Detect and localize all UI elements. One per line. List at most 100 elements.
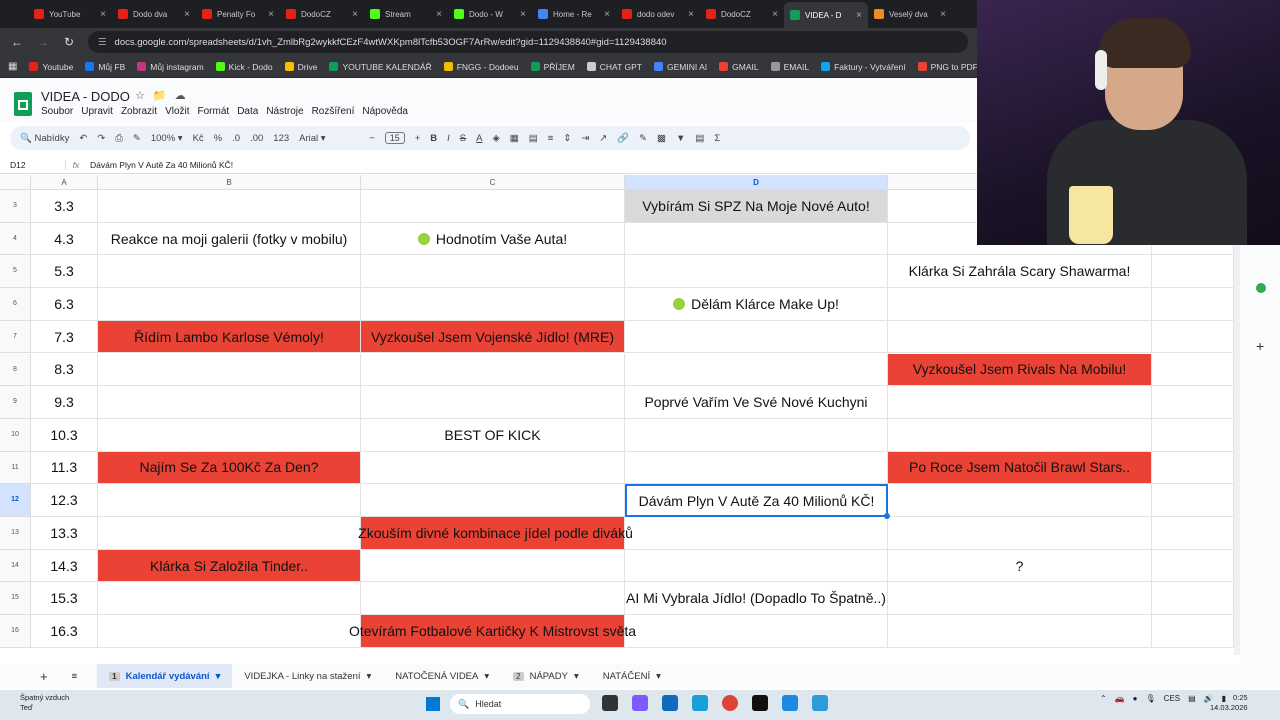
row-header[interactable]: 4 <box>0 222 31 256</box>
language-indicator[interactable]: CES <box>1164 694 1180 703</box>
table-cell[interactable] <box>98 517 361 550</box>
table-cell[interactable]: AI Mi Vybrala Jídlo! (Dopadlo To Špatně.… <box>625 582 888 616</box>
paint-format-icon[interactable]: ✎ <box>133 133 141 144</box>
table-cell[interactable]: 3.3 <box>31 190 98 223</box>
close-tab-icon[interactable]: × <box>856 10 862 21</box>
table-cell[interactable] <box>1152 288 1234 321</box>
row-header[interactable]: 8 <box>0 353 31 387</box>
font-select[interactable]: Arial ▾ <box>299 133 359 144</box>
horizontal-align-icon[interactable]: ≡ <box>548 133 554 144</box>
row-header[interactable]: 10 <box>0 418 31 452</box>
table-cell[interactable] <box>361 451 625 485</box>
close-tab-icon[interactable]: × <box>436 9 442 20</box>
table-cell[interactable]: Dávám Plyn V Autě Za 40 Milionů KČ! <box>625 484 890 519</box>
table-cell[interactable] <box>98 353 361 387</box>
merge-cells-icon[interactable]: ▤ <box>529 133 538 144</box>
taskbar-search[interactable]: 🔍 Hledat <box>450 694 590 714</box>
bookmark-item[interactable]: YOUTUBE KALENDÁŘ <box>329 62 432 72</box>
table-cell[interactable] <box>888 320 1152 354</box>
browser-tab[interactable]: Dodo dva × <box>112 3 196 25</box>
apps-grid-icon[interactable]: ▦ <box>8 61 17 72</box>
table-cell[interactable] <box>361 582 625 616</box>
browser-tab[interactable]: Veselý dva × <box>868 3 952 25</box>
table-cell[interactable] <box>888 615 1152 648</box>
row-header[interactable]: 9 <box>0 386 31 419</box>
bookmark-item[interactable]: Kick - Dodo <box>215 62 273 72</box>
table-cell[interactable] <box>625 418 888 452</box>
table-cell[interactable] <box>98 190 361 223</box>
close-tab-icon[interactable]: × <box>268 9 274 20</box>
bookmark-item[interactable]: Faktury - Vytváření <box>821 62 906 72</box>
chevron-down-icon[interactable]: ▾ <box>216 671 221 682</box>
table-cell[interactable]: 16.3 <box>31 615 98 648</box>
fill-color-icon[interactable]: ◈ <box>492 133 499 144</box>
table-cell[interactable]: Vyzkoušel Jsem Vojenské Jídlo! (MRE) <box>361 320 625 354</box>
name-box[interactable]: D12 <box>0 159 66 170</box>
chevron-down-icon[interactable]: ▾ <box>367 671 372 682</box>
row-header[interactable]: 6 <box>0 288 31 321</box>
table-cell[interactable] <box>98 615 361 648</box>
number-format-button[interactable]: 123 <box>273 133 289 144</box>
menu-item[interactable]: Nápověda <box>362 106 408 117</box>
row-header[interactable]: 3 <box>0 190 31 223</box>
table-cell[interactable] <box>98 288 361 321</box>
table-cell[interactable] <box>1152 582 1234 616</box>
sheet-tab[interactable]: VIDEJKA - Linky na stažení ▾ <box>232 664 383 688</box>
bookmark-item[interactable]: PNG to PDF <box>917 62 978 72</box>
functions-icon[interactable]: Σ <box>714 133 720 144</box>
menu-item[interactable]: Rozšíření <box>312 106 355 117</box>
chrome-icon[interactable] <box>722 695 738 711</box>
insert-comment-icon[interactable]: ✎ <box>639 133 647 144</box>
outlook-icon[interactable] <box>662 695 678 711</box>
table-cell[interactable] <box>361 190 625 223</box>
bookmark-item[interactable]: GMAIL <box>719 62 759 72</box>
browser-tab[interactable]: Home - Re × <box>532 3 616 25</box>
edge-icon[interactable] <box>692 695 708 711</box>
table-cell[interactable] <box>361 288 625 321</box>
strikethrough-icon[interactable]: S <box>460 133 466 144</box>
text-rotation-icon[interactable]: ↗ <box>599 133 607 144</box>
increase-decimal-button[interactable]: .00 <box>250 133 263 144</box>
freeform-icon[interactable] <box>782 695 798 711</box>
table-cell[interactable] <box>1152 549 1234 583</box>
decrease-decimal-button[interactable]: .0 <box>232 133 240 144</box>
filter-views-icon[interactable]: ▤ <box>695 133 704 144</box>
column-header[interactable]: D <box>625 175 888 190</box>
browser-tab[interactable]: Penalty Fo × <box>196 3 280 25</box>
table-cell[interactable] <box>625 451 888 485</box>
sheet-tab[interactable]: 1 Kalendář vydávání ▾ <box>97 664 233 688</box>
menu-item[interactable]: Zobrazit <box>121 106 157 117</box>
car-icon[interactable]: 🚗 <box>1115 694 1125 703</box>
text-wrap-icon[interactable]: ⇥ <box>581 133 589 144</box>
table-cell[interactable] <box>98 582 361 616</box>
chevron-down-icon[interactable]: ▾ <box>574 671 579 682</box>
table-cell[interactable] <box>888 418 1152 452</box>
row-header[interactable]: 7 <box>0 320 31 354</box>
table-cell[interactable] <box>888 288 1152 321</box>
table-cell[interactable] <box>1152 320 1234 354</box>
close-tab-icon[interactable]: × <box>604 9 610 20</box>
percent-format-button[interactable]: % <box>214 133 222 144</box>
menu-item[interactable]: Data <box>237 106 258 117</box>
bookmark-item[interactable]: Drive <box>284 62 317 72</box>
table-cell[interactable] <box>98 484 361 517</box>
menu-item[interactable]: Formát <box>198 106 230 117</box>
italic-icon[interactable]: I <box>447 133 450 144</box>
forward-icon[interactable]: → <box>36 35 50 49</box>
menu-item[interactable]: Vložit <box>165 106 189 117</box>
table-cell[interactable]: ? <box>888 549 1152 583</box>
insert-chart-icon[interactable]: ▩ <box>657 133 666 144</box>
table-cell[interactable] <box>361 549 625 583</box>
bookmark-item[interactable]: FNGG - Dodoeu <box>443 62 519 72</box>
bold-icon[interactable]: B <box>430 133 437 144</box>
sheet-tab[interactable]: NATÁČENÍ ▾ <box>591 664 673 688</box>
app-tray-icon[interactable]: ● <box>1133 694 1138 703</box>
bookmark-item[interactable]: EMAIL <box>770 62 809 72</box>
table-cell[interactable]: Poprvé Vařím Ve Své Nové Kuchyni <box>625 386 888 419</box>
browser-tab[interactable]: DodoCZ × <box>280 3 364 25</box>
table-cell[interactable] <box>625 549 888 583</box>
table-cell[interactable] <box>361 353 625 387</box>
row-header[interactable]: 11 <box>0 451 31 485</box>
table-cell[interactable]: Reakce na moji galerii (fotky v mobilu) <box>98 222 361 256</box>
insert-link-icon[interactable]: 🔗 <box>617 133 629 144</box>
